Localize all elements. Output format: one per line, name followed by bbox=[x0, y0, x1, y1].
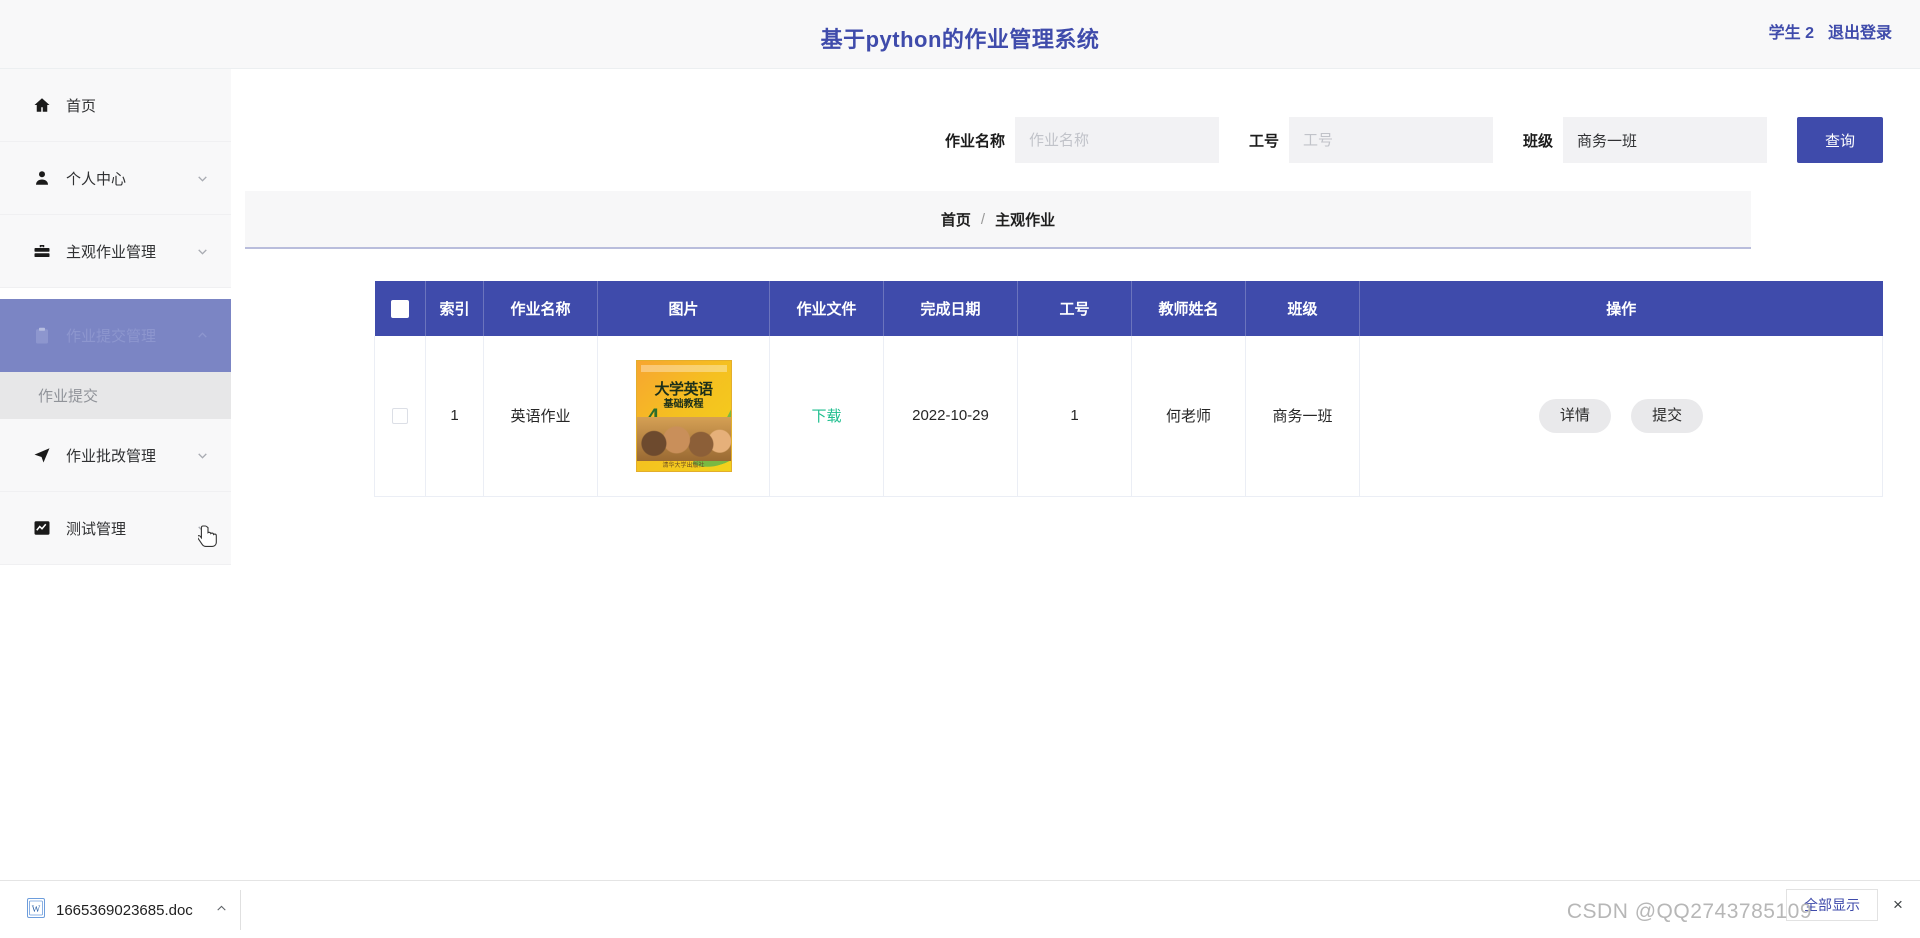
cell-row-select bbox=[374, 336, 426, 497]
sidebar-nav: 首页 个人中心 主观作业管理 作业提交管理 作业提交 作业批改管理 测试管理 bbox=[0, 69, 231, 938]
sidebar-subitem-label: 作业提交 bbox=[38, 388, 99, 405]
briefcase-icon bbox=[32, 241, 52, 261]
search-submit-button[interactable]: 查询 bbox=[1797, 117, 1883, 163]
cell-image: 大学英语 基础教程 4 清华大学出版社 bbox=[597, 336, 770, 497]
book-cover-band bbox=[640, 364, 727, 372]
cell-homework-file: 下载 bbox=[769, 336, 884, 497]
sidebar-item-label-home: 首页 bbox=[66, 97, 97, 115]
send-icon bbox=[32, 445, 52, 465]
cell-homework-name: 英语作业 bbox=[483, 336, 598, 497]
browser-download-bar: W 1665369023685.doc 全部显示 × CSDN @QQ27437… bbox=[0, 880, 1920, 938]
chevron-up-icon[interactable] bbox=[195, 329, 209, 343]
logout-link[interactable]: 退出登录 bbox=[1828, 19, 1892, 43]
search-input-staff-id[interactable] bbox=[1288, 117, 1493, 163]
column-select-all bbox=[374, 281, 426, 336]
search-input-homework-name[interactable] bbox=[1014, 117, 1219, 163]
sidebar-item-label-test-management: 测试管理 bbox=[66, 520, 127, 538]
column-homework-file: 作业文件 bbox=[769, 281, 884, 336]
sidebar-item-label-subjective-homework: 主观作业管理 bbox=[66, 243, 157, 261]
top-header: 基于python的作业管理系统 学生 2 退出登录 bbox=[0, 0, 1920, 69]
table-header-row: 索引 作业名称 图片 作业文件 完成日期 工号 教师姓名 班级 操作 bbox=[374, 281, 1883, 336]
cell-staff-id: 1 bbox=[1017, 336, 1132, 497]
svg-text:W: W bbox=[32, 904, 41, 914]
close-icon[interactable]: × bbox=[1888, 895, 1908, 915]
cell-finish-date: 2022-10-29 bbox=[883, 336, 1018, 497]
current-user-label: 学生 2 bbox=[1768, 25, 1814, 42]
sidebar-item-label-personal-center: 个人中心 bbox=[66, 170, 127, 188]
word-doc-icon: W bbox=[26, 897, 46, 924]
sidebar-item-home[interactable]: 首页 bbox=[0, 69, 231, 142]
active-menu-group: 作业提交管理 bbox=[0, 299, 231, 372]
sidebar-item-homework-submission[interactable]: 作业提交管理 bbox=[0, 299, 231, 372]
breadcrumb-home[interactable]: 首页 bbox=[941, 209, 971, 230]
app-title: 基于python的作业管理系统 bbox=[820, 27, 1100, 52]
chevron-down-icon[interactable] bbox=[195, 448, 209, 462]
cell-teacher-name: 何老师 bbox=[1131, 336, 1246, 497]
download-file-link[interactable]: 下载 bbox=[811, 408, 841, 425]
column-teacher-name: 教师姓名 bbox=[1131, 281, 1246, 336]
cell-index: 1 bbox=[425, 336, 484, 497]
clipboard-icon bbox=[32, 326, 52, 346]
sidebar-item-label-homework-grading: 作业批改管理 bbox=[66, 447, 157, 465]
chevron-down-icon[interactable] bbox=[195, 171, 209, 185]
home-icon bbox=[32, 95, 52, 115]
search-label-homework-name: 作业名称 bbox=[944, 132, 1005, 150]
detail-button[interactable]: 详情 bbox=[1538, 398, 1611, 433]
search-label-class: 班级 bbox=[1522, 132, 1553, 150]
main-content: 作业名称 工号 班级 查询 首页 / 主观作业 索引 作业名称 图片 作业文件 bbox=[231, 69, 1920, 938]
chevron-down-icon[interactable] bbox=[195, 244, 209, 258]
column-operations: 操作 bbox=[1359, 281, 1883, 336]
sidebar-item-label-homework-submission: 作业提交管理 bbox=[66, 328, 157, 345]
homework-cover-image[interactable]: 大学英语 基础教程 4 清华大学出版社 bbox=[635, 359, 732, 472]
download-item[interactable]: W 1665369023685.doc bbox=[18, 890, 241, 930]
row-checkbox[interactable] bbox=[392, 408, 408, 425]
show-all-downloads-button[interactable]: 全部显示 bbox=[1786, 889, 1878, 921]
book-cover-publisher: 清华大学出版社 bbox=[662, 462, 705, 469]
table-header: 索引 作业名称 图片 作业文件 完成日期 工号 教师姓名 班级 操作 bbox=[374, 281, 1883, 336]
sidebar-item-homework-grading[interactable]: 作业批改管理 bbox=[0, 419, 231, 492]
column-image: 图片 bbox=[597, 281, 770, 336]
breadcrumb: 首页 / 主观作业 bbox=[245, 191, 1751, 249]
search-label-staff-id: 工号 bbox=[1248, 132, 1279, 150]
book-cover-photo bbox=[636, 416, 731, 461]
homework-table: 索引 作业名称 图片 作业文件 完成日期 工号 教师姓名 班级 操作 1 英语作… bbox=[374, 281, 1883, 497]
column-class: 班级 bbox=[1245, 281, 1360, 336]
column-finish-date: 完成日期 bbox=[883, 281, 1018, 336]
search-filter-bar: 作业名称 工号 班级 查询 bbox=[231, 117, 1920, 163]
table-body: 1 英语作业 大学英语 基础教程 4 清华大学出版社 bbox=[374, 336, 1883, 497]
column-homework-name: 作业名称 bbox=[483, 281, 598, 336]
sidebar-item-test-management[interactable]: 测试管理 bbox=[0, 492, 231, 565]
breadcrumb-separator: / bbox=[980, 210, 986, 228]
sidebar-subitem-homework-submit[interactable]: 作业提交 bbox=[0, 372, 231, 419]
sidebar-item-subjective-homework[interactable]: 主观作业管理 bbox=[0, 215, 231, 288]
search-input-class[interactable] bbox=[1563, 117, 1767, 163]
user-icon bbox=[32, 168, 52, 188]
column-index: 索引 bbox=[425, 281, 484, 336]
watermark-text: CSDN @QQ2743785109 bbox=[1566, 900, 1812, 923]
cell-class: 商务一班 bbox=[1245, 336, 1360, 497]
homework-table-wrapper: 索引 作业名称 图片 作业文件 完成日期 工号 教师姓名 班级 操作 1 英语作… bbox=[374, 281, 1883, 497]
breadcrumb-current: 主观作业 bbox=[995, 211, 1056, 229]
chevron-up-icon[interactable] bbox=[215, 902, 228, 918]
chevron-down-icon[interactable] bbox=[195, 521, 209, 535]
chart-icon bbox=[32, 518, 52, 538]
column-staff-id: 工号 bbox=[1017, 281, 1132, 336]
cell-operations: 详情 提交 bbox=[1359, 336, 1883, 497]
submit-button[interactable]: 提交 bbox=[1631, 398, 1704, 433]
table-row: 1 英语作业 大学英语 基础教程 4 清华大学出版社 bbox=[374, 336, 1883, 497]
download-file-name: 1665369023685.doc bbox=[56, 901, 193, 919]
sidebar-item-personal-center[interactable]: 个人中心 bbox=[0, 142, 231, 215]
select-all-checkbox[interactable] bbox=[390, 299, 409, 318]
header-user-area: 学生 2 退出登录 bbox=[1769, 19, 1892, 43]
